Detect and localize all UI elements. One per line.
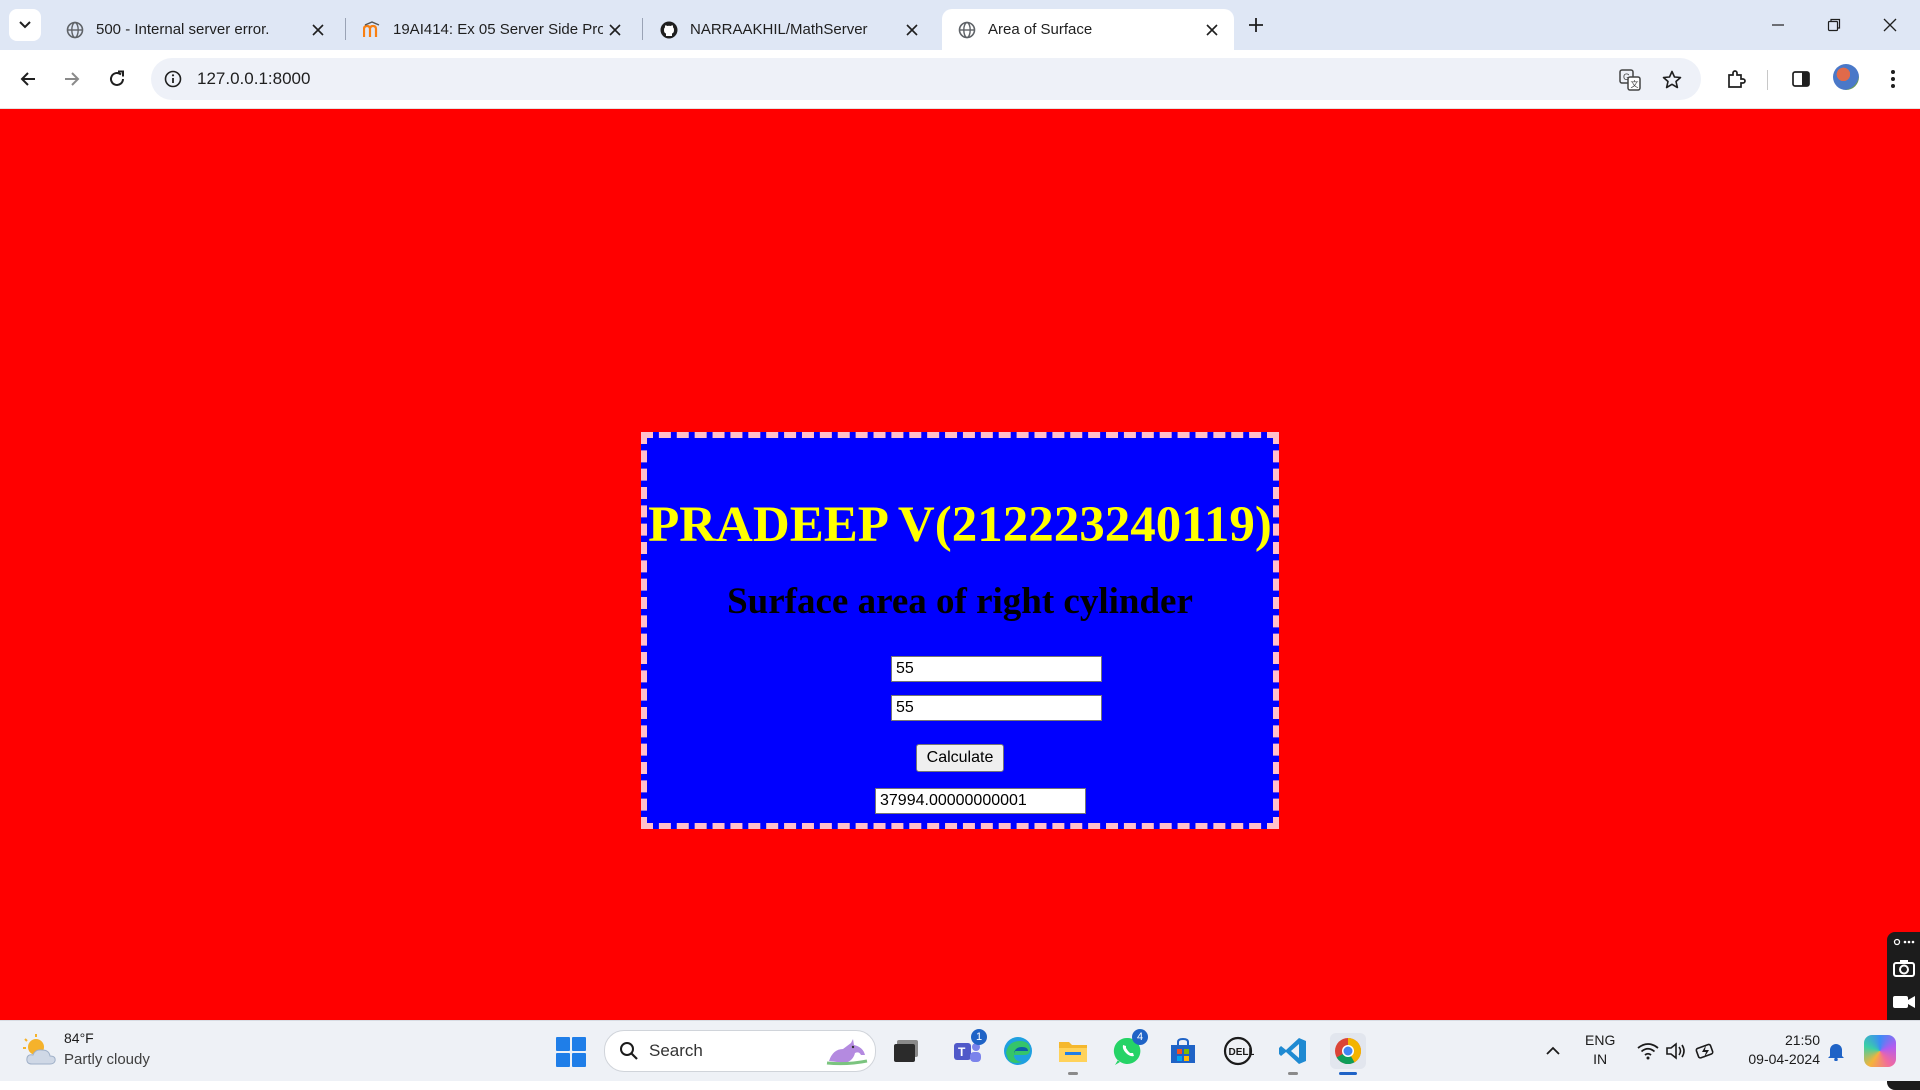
tab-title: Area of Surface bbox=[988, 21, 1093, 38]
notification-badge: 4 bbox=[1132, 1029, 1148, 1045]
battery-charging-icon[interactable] bbox=[1694, 1039, 1718, 1063]
calculate-button[interactable]: Calculate bbox=[916, 744, 1004, 772]
menu-button[interactable] bbox=[1877, 63, 1909, 95]
weather-temperature[interactable]: 84°F bbox=[64, 1030, 94, 1046]
notification-bell-icon[interactable] bbox=[1824, 1039, 1848, 1063]
tab-title: 500 - Internal server error. bbox=[96, 21, 270, 38]
address-bar[interactable]: 127.0.0.1:8000 G文 bbox=[151, 58, 1701, 100]
microsoft-store-icon[interactable] bbox=[1165, 1033, 1201, 1069]
tab-ex05-server-side[interactable]: 19AI414: Ex 05 Server Side Proc bbox=[347, 9, 637, 50]
notification-badge: 1 bbox=[971, 1029, 987, 1045]
running-indicator bbox=[1288, 1072, 1298, 1075]
running-indicator bbox=[1339, 1072, 1357, 1075]
minimize-button[interactable] bbox=[1750, 0, 1806, 50]
teams-icon[interactable]: T 1 bbox=[949, 1029, 987, 1069]
tab-area-of-surface[interactable]: Area of Surface bbox=[942, 9, 1234, 50]
camera-icon[interactable] bbox=[1887, 952, 1920, 984]
page-viewport: PRADEEP V(212223240119) Surface area of … bbox=[0, 109, 1920, 1090]
dell-icon[interactable]: DELL bbox=[1220, 1033, 1256, 1069]
more-options-icon[interactable] bbox=[1887, 932, 1920, 952]
taskbar-search[interactable]: Search bbox=[604, 1030, 876, 1072]
puzzle-icon bbox=[1728, 70, 1746, 88]
plus-icon bbox=[1249, 18, 1263, 32]
edge-icon[interactable] bbox=[1000, 1033, 1036, 1069]
back-button[interactable] bbox=[12, 63, 44, 95]
github-icon bbox=[660, 21, 678, 39]
bookmark-star-icon[interactable] bbox=[1659, 67, 1685, 93]
tab-separator bbox=[345, 18, 346, 40]
search-icon bbox=[620, 1042, 638, 1060]
moodle-icon bbox=[363, 20, 381, 39]
arrow-left-icon bbox=[20, 72, 35, 86]
minimize-icon bbox=[1772, 24, 1784, 26]
close-icon[interactable] bbox=[603, 18, 627, 42]
extensions-button[interactable] bbox=[1720, 63, 1752, 95]
copilot-icon[interactable] bbox=[1864, 1035, 1896, 1067]
svg-text:DELL: DELL bbox=[1229, 1047, 1255, 1058]
tab-strip: 500 - Internal server error. 19AI414: Ex… bbox=[0, 0, 1920, 50]
show-hidden-icons-button[interactable] bbox=[1541, 1039, 1565, 1063]
result-output[interactable] bbox=[875, 788, 1086, 814]
translate-icon[interactable]: G文 bbox=[1617, 67, 1643, 93]
svg-text:T: T bbox=[958, 1045, 966, 1059]
input-language[interactable]: ENG IN bbox=[1585, 1031, 1615, 1069]
file-explorer-icon[interactable] bbox=[1055, 1033, 1091, 1075]
chrome-icon[interactable] bbox=[1330, 1033, 1366, 1075]
tab-github-mathserver[interactable]: NARRAAKHIL/MathServer bbox=[644, 9, 934, 50]
close-icon[interactable] bbox=[306, 18, 330, 42]
search-label: Search bbox=[649, 1041, 703, 1060]
task-view-icon[interactable] bbox=[888, 1033, 924, 1069]
close-icon[interactable] bbox=[1200, 18, 1224, 42]
lang-region: IN bbox=[1593, 1051, 1608, 1067]
reload-icon bbox=[110, 70, 124, 86]
start-button[interactable] bbox=[556, 1037, 586, 1067]
clock-time: 21:50 bbox=[1784, 1032, 1820, 1048]
clock-date: 09-04-2024 bbox=[1748, 1051, 1820, 1067]
forward-button[interactable] bbox=[56, 63, 88, 95]
svg-text:文: 文 bbox=[1631, 79, 1639, 89]
close-icon bbox=[1883, 18, 1897, 32]
browser-toolbar: 127.0.0.1:8000 G文 bbox=[0, 50, 1920, 109]
wifi-icon[interactable] bbox=[1636, 1039, 1660, 1063]
windows-taskbar: 84°F Partly cloudy Search T 1 4 DELL ENG… bbox=[0, 1020, 1920, 1081]
page-heading: PRADEEP V(212223240119) bbox=[648, 497, 1272, 553]
volume-icon[interactable] bbox=[1664, 1039, 1688, 1063]
weather-description[interactable]: Partly cloudy bbox=[64, 1051, 150, 1068]
arrow-right-icon bbox=[65, 72, 80, 86]
tab-search-button[interactable] bbox=[9, 9, 41, 41]
more-vert-icon bbox=[1891, 70, 1895, 88]
calculator-card: PRADEEP V(212223240119) Surface area of … bbox=[641, 432, 1279, 829]
tab-title: 19AI414: Ex 05 Server Side Proc bbox=[393, 21, 603, 38]
globe-icon bbox=[66, 21, 84, 39]
profile-avatar[interactable] bbox=[1833, 64, 1859, 90]
vscode-icon[interactable] bbox=[1275, 1033, 1311, 1075]
tab-internal-server-error[interactable]: 500 - Internal server error. bbox=[50, 9, 340, 50]
close-window-button[interactable] bbox=[1862, 0, 1918, 50]
reload-button[interactable] bbox=[101, 63, 133, 95]
new-tab-button[interactable] bbox=[1240, 11, 1272, 39]
video-camera-icon[interactable] bbox=[1887, 986, 1920, 1018]
toolbar-separator bbox=[1767, 70, 1768, 90]
page-subheading: Surface area of right cylinder bbox=[727, 581, 1193, 622]
system-clock[interactable]: 21:50 09-04-2024 bbox=[1730, 1031, 1820, 1069]
side-panel-button[interactable] bbox=[1785, 63, 1817, 95]
whatsapp-icon[interactable]: 4 bbox=[1110, 1029, 1148, 1069]
chevron-up-icon bbox=[1546, 1046, 1560, 1055]
tab-title: NARRAAKHIL/MathServer bbox=[690, 21, 868, 38]
height-input[interactable] bbox=[891, 695, 1102, 721]
radius-input[interactable] bbox=[891, 656, 1102, 682]
url-text[interactable]: 127.0.0.1:8000 bbox=[197, 69, 310, 89]
chevron-down-icon bbox=[19, 21, 31, 29]
restore-button[interactable] bbox=[1806, 0, 1862, 50]
close-icon[interactable] bbox=[900, 18, 924, 42]
restore-icon bbox=[1827, 18, 1841, 32]
running-indicator bbox=[1068, 1072, 1078, 1075]
site-info-icon[interactable] bbox=[161, 67, 185, 91]
unicorn-highlight-icon bbox=[826, 1039, 868, 1066]
side-panel-icon bbox=[1792, 71, 1810, 87]
partly-cloudy-icon[interactable] bbox=[22, 1034, 58, 1068]
globe-icon bbox=[958, 21, 976, 39]
tab-separator bbox=[642, 18, 643, 40]
lang-code: ENG bbox=[1585, 1032, 1616, 1048]
